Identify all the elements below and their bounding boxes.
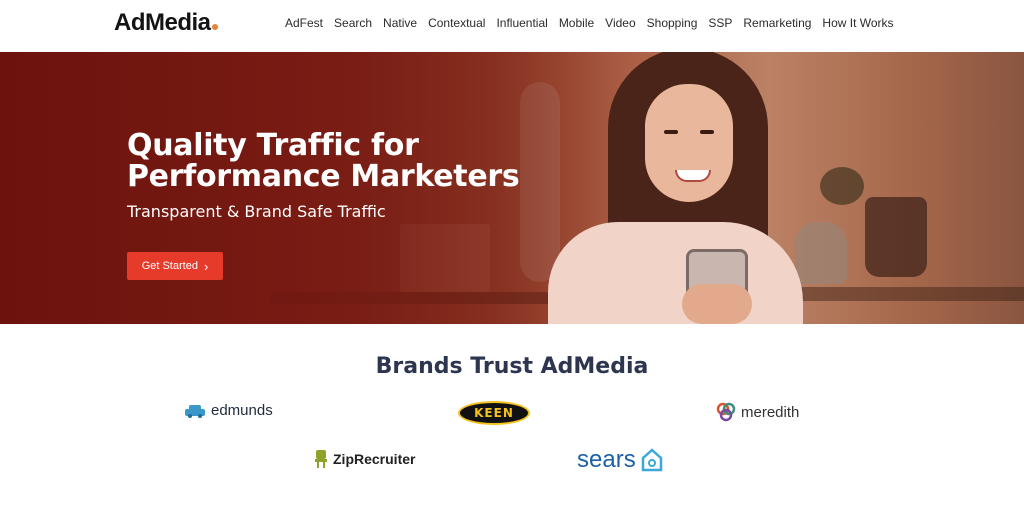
hero-banner: Quality Traffic for Performance Marketer… [0, 52, 1024, 324]
nav-link-influential[interactable]: Influential [496, 16, 547, 30]
meredith-knot-icon [716, 402, 736, 422]
chair-icon [315, 450, 327, 468]
site-header: AdMedia AdFest Search Native Contextual … [0, 0, 1024, 52]
nav-link-video[interactable]: Video [605, 16, 635, 30]
hero-subtitle: Transparent & Brand Safe Traffic [127, 202, 386, 221]
logo-text: AdMedia [114, 9, 211, 36]
sears-logo: sears [577, 446, 663, 474]
keen-badge-icon: KEEN [458, 401, 530, 425]
get-started-button[interactable]: Get Started › [127, 252, 223, 280]
brands-heading: Brands Trust AdMedia [375, 354, 649, 379]
nav-link-ssp[interactable]: SSP [708, 16, 732, 30]
ziprecruiter-logo: ZipRecruiter [314, 449, 415, 469]
hero-woman-with-phone-image [548, 52, 808, 324]
nav-link-how-it-works[interactable]: How It Works [822, 16, 893, 30]
meredith-logo: meredith [716, 402, 799, 422]
nav-link-adfest[interactable]: AdFest [285, 16, 323, 30]
hero-title-line1: Quality Traffic for [127, 128, 419, 163]
nav-link-contextual[interactable]: Contextual [428, 16, 485, 30]
keen-logo: KEEN [458, 401, 530, 425]
nav-link-native[interactable]: Native [383, 16, 417, 30]
logo-dot-icon [211, 24, 218, 30]
get-started-label: Get Started [141, 260, 198, 272]
hero-content: Quality Traffic for Performance Marketer… [127, 128, 520, 221]
nav-link-mobile[interactable]: Mobile [559, 16, 594, 30]
ziprecruiter-wordmark: ZipRecruiter [333, 451, 416, 467]
edmunds-wordmark: edmunds [211, 402, 273, 419]
nav-link-remarketing[interactable]: Remarketing [743, 16, 811, 30]
main-nav: AdFest Search Native Contextual Influent… [285, 16, 905, 30]
sears-wordmark: sears [577, 446, 636, 473]
chevron-right-icon: › [203, 258, 209, 274]
nav-link-shopping[interactable]: Shopping [647, 16, 698, 30]
house-icon [641, 448, 662, 472]
admedia-logo[interactable]: AdMedia [114, 9, 218, 37]
nav-link-search[interactable]: Search [334, 16, 372, 30]
edmunds-logo: edmunds [184, 402, 273, 419]
meredith-wordmark: meredith [741, 403, 800, 421]
hero-title: Quality Traffic for Performance Marketer… [127, 128, 520, 194]
hero-title-line2: Performance Marketers [127, 159, 520, 194]
car-icon [185, 404, 205, 418]
